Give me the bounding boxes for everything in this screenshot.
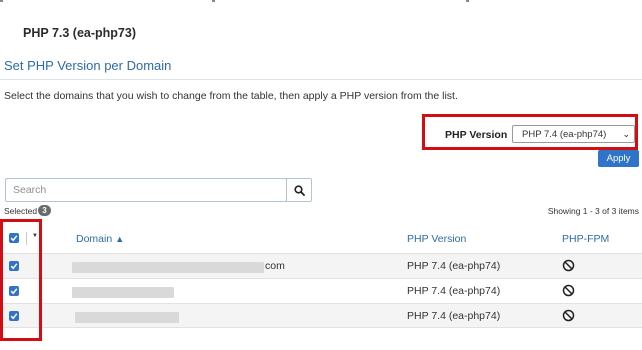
php-version-cell: PHP 7.4 (ea-php74) (407, 285, 501, 297)
php-version-cell: PHP 7.4 (ea-php74) (407, 260, 501, 272)
sort-ascending-icon: ▲ (115, 234, 125, 244)
chevron-down-icon: ⌄ (622, 129, 630, 139)
column-header-domain[interactable]: Domain ▲ (76, 233, 124, 245)
disabled-icon (562, 309, 575, 322)
instructions-text: Select the domains that you wish to chan… (4, 90, 458, 102)
php-version-cell: PHP 7.4 (ea-php74) (407, 310, 501, 322)
search-input[interactable]: Search (5, 178, 287, 202)
search-placeholder: Search (13, 184, 47, 196)
column-header-domain-label: Domain (76, 233, 113, 245)
edge-mark (466, 0, 469, 2)
domain-suffix: com (265, 260, 285, 272)
php-version-label: PHP Version (445, 129, 508, 141)
php-version-highlight: PHP Version PHP 7.4 (ea-php74) ⌄ (422, 114, 638, 150)
table-row[interactable]: PHP 7.4 (ea-php74) (0, 303, 642, 328)
disabled-icon (562, 284, 575, 297)
selected-count-badge: 3 (38, 205, 51, 216)
redacted-domain (72, 287, 174, 298)
table-row[interactable]: com PHP 7.4 (ea-php74) (0, 253, 642, 278)
current-php-version: PHP 7.3 (ea-php73) (23, 26, 137, 40)
edge-mark (0, 0, 3, 2)
section-divider (0, 79, 642, 80)
showing-items-text: Showing 1 - 3 of 3 items (547, 206, 639, 216)
top-edge (0, 0, 642, 4)
disabled-icon (562, 259, 575, 272)
php-version-select[interactable]: PHP 7.4 (ea-php74) ⌄ (512, 125, 635, 143)
search-button[interactable] (286, 178, 312, 202)
search-icon (294, 185, 305, 196)
selected-label: Selected (4, 206, 38, 216)
table-header: Domain ▲ PHP Version PHP-FPM (0, 226, 642, 252)
redacted-domain (75, 312, 179, 323)
redacted-domain (72, 262, 264, 273)
table-row[interactable]: PHP 7.4 (ea-php74) (0, 278, 642, 303)
apply-button[interactable]: Apply (598, 150, 639, 167)
checkbox-column-highlight (0, 219, 42, 341)
edge-mark (212, 0, 215, 2)
section-title: Set PHP Version per Domain (4, 58, 172, 73)
column-header-php-fpm[interactable]: PHP-FPM (562, 233, 609, 245)
php-version-select-value: PHP 7.4 (ea-php74) (522, 129, 607, 140)
column-header-php-version[interactable]: PHP Version (407, 233, 466, 245)
